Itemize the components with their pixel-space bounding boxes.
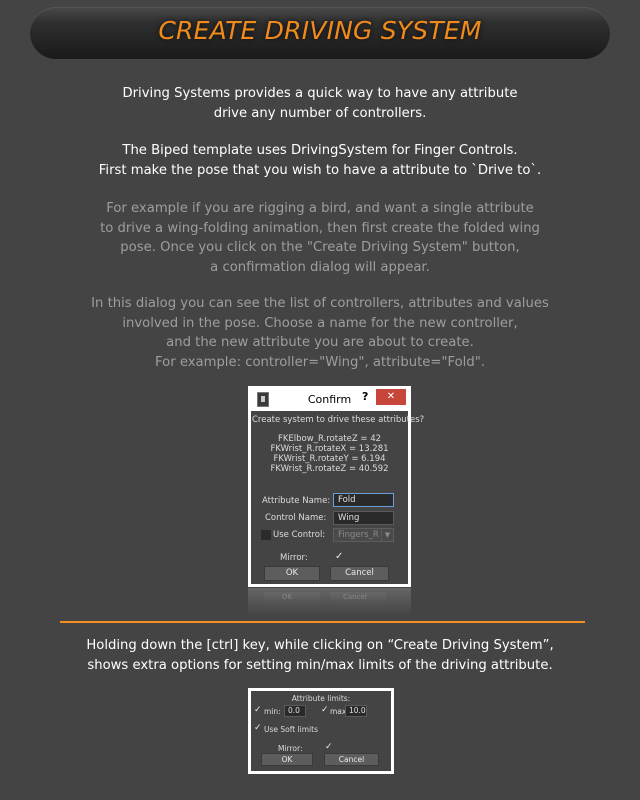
attribute-list: FKElbow_R.rotateZ = 42 FKWrist_R.rotateX… xyxy=(251,434,408,474)
explanation-line: involved in the pose. Choose a name for … xyxy=(122,315,518,331)
max-label: max xyxy=(330,707,347,716)
ctrl-note: Holding down the [ctrl] key, while click… xyxy=(20,636,620,675)
use-control-label: Use Control: xyxy=(273,530,326,540)
dialog-explanation-paragraph: In this dialog you can see the list of c… xyxy=(20,294,620,372)
limits-dialog: Attribute limits: ✓ min: 0.0 ✓ max 10.0 … xyxy=(248,688,394,774)
attribute-entry: FKWrist_R.rotateZ = 40.592 xyxy=(270,464,389,474)
example-line: pose. Once you click on the "Create Driv… xyxy=(120,240,520,255)
page-title: CREATE DRIVING SYSTEM xyxy=(158,16,482,45)
reflection-ok: OK xyxy=(264,592,320,602)
intro-line: drive any number of controllers. xyxy=(213,105,427,121)
cancel-button[interactable]: Cancel xyxy=(330,566,389,581)
help-icon[interactable]: ? xyxy=(362,390,368,403)
min-checkbox[interactable]: ✓ xyxy=(254,705,262,715)
attribute-entry: FKElbow_R.rotateZ = 42 xyxy=(277,434,382,444)
mirror-checkbox[interactable]: ✓ xyxy=(325,742,333,752)
dialog-titlebar[interactable]: Confirm ? ✕ xyxy=(251,389,408,411)
limits-dialog-body: Attribute limits: ✓ min: 0.0 ✓ max 10.0 … xyxy=(251,691,391,771)
min-label: min: xyxy=(264,707,281,716)
intro-line: Driving Systems provides a quick way to … xyxy=(122,86,518,101)
example-line: For example if you are rigging a bird, a… xyxy=(106,201,534,216)
max-input[interactable]: 10.0 xyxy=(345,705,367,717)
section-divider xyxy=(60,621,585,623)
intro-paragraph-1: Driving Systems provides a quick way to … xyxy=(20,84,620,123)
attribute-name-input[interactable]: Fold xyxy=(333,493,394,507)
limits-title: Attribute limits: xyxy=(291,694,351,703)
use-control-value: Fingers_R xyxy=(338,530,379,540)
reflection-ok-label: OK xyxy=(282,593,293,601)
cancel-button[interactable]: Cancel xyxy=(324,753,379,766)
example-line: to drive a wing-folding animation, then … xyxy=(100,220,540,236)
close-button[interactable]: ✕ xyxy=(376,389,406,405)
dialog-reflection: OK Cancel xyxy=(248,588,411,616)
use-control-checkbox[interactable] xyxy=(261,530,271,540)
attribute-entry: FKWrist_R.rotateX = 13.281 xyxy=(270,444,389,454)
ctrl-note-line: Holding down the [ctrl] key, while click… xyxy=(86,638,554,653)
max-checkbox[interactable]: ✓ xyxy=(321,705,329,715)
example-paragraph: For example if you are rigging a bird, a… xyxy=(20,199,620,277)
attribute-name-label: Attribute Name: xyxy=(262,496,331,506)
confirm-dialog-body: Confirm ? ✕ Create system to drive these… xyxy=(251,389,424,584)
control-name-label: Control Name: xyxy=(265,513,327,523)
mirror-checkbox[interactable]: ✓ xyxy=(335,552,343,562)
reflection-cancel: Cancel xyxy=(330,592,386,602)
explanation-line: and the new attribute you are about to c… xyxy=(166,335,474,350)
intro-paragraph-2: The Biped template uses DrivingSystem fo… xyxy=(20,141,620,180)
explanation-line: In this dialog you can see the list of c… xyxy=(91,296,549,311)
mirror-label: Mirror: xyxy=(278,744,303,753)
soft-limits-label: Use Soft limits xyxy=(264,725,318,734)
explanation-line: For example: controller="Wing", attribut… xyxy=(155,354,485,370)
ok-button[interactable]: OK xyxy=(261,753,313,766)
ok-button[interactable]: OK xyxy=(264,566,320,581)
min-input[interactable]: 0.0 xyxy=(284,705,306,717)
intro-line: The Biped template uses DrivingSystem fo… xyxy=(122,143,518,158)
example-line: a confirmation dialog will appear. xyxy=(210,259,430,275)
soft-limits-checkbox[interactable]: ✓ xyxy=(254,723,262,733)
chevron-down-icon: ▼ xyxy=(381,529,393,541)
use-control-select[interactable]: Fingers_R ▼ xyxy=(333,528,394,542)
intro-line: First make the pose that you wish to hav… xyxy=(98,162,542,178)
ctrl-note-line: shows extra options for setting min/max … xyxy=(87,657,553,673)
confirm-dialog: Confirm ? ✕ Create system to drive these… xyxy=(248,386,424,587)
reflection-cancel-label: Cancel xyxy=(343,593,367,601)
control-name-input[interactable]: Wing xyxy=(333,511,394,525)
dialog-prompt: Create system to drive these attributes? xyxy=(252,415,425,425)
attribute-entry: FKWrist_R.rotateY = 6.194 xyxy=(273,454,386,464)
mirror-label: Mirror: xyxy=(280,553,308,563)
